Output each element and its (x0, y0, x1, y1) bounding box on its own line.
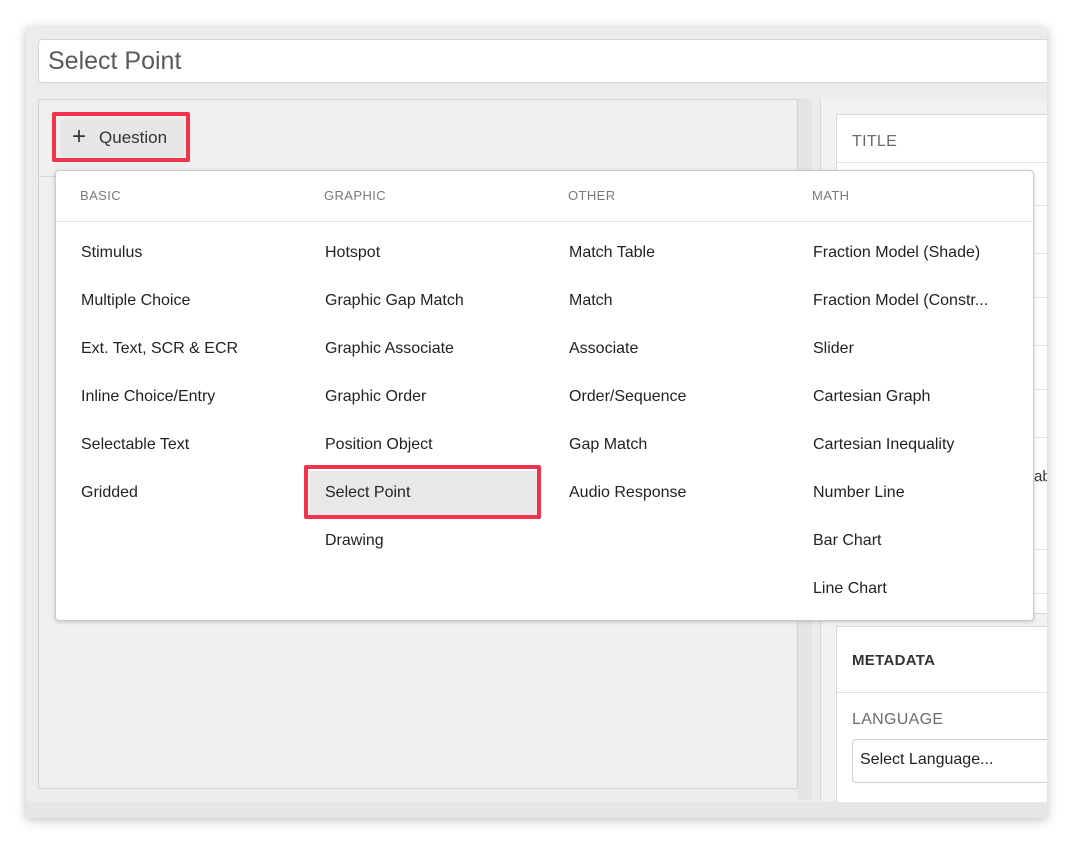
menu-item-match-table[interactable]: Match Table (569, 231, 794, 275)
menu-header (56, 171, 1033, 222)
menu-item-line-chart[interactable]: Line Chart (813, 567, 1013, 611)
menu-item-bar-chart[interactable]: Bar Chart (813, 519, 1013, 563)
metadata-title: METADATA (852, 652, 936, 669)
metadata-card: METADATA LANGUAGE Select Language... (836, 626, 1047, 806)
menu-item-inline-choice[interactable]: Inline Choice/Entry (81, 375, 306, 419)
menu-item-fraction-model-shade[interactable]: Fraction Model (Shade) (813, 231, 1013, 275)
menu-item-multiple-choice[interactable]: Multiple Choice (81, 279, 306, 323)
menu-item-graphic-associate[interactable]: Graphic Associate (325, 327, 550, 371)
menu-item-match[interactable]: Match (569, 279, 794, 323)
divider (837, 692, 1047, 693)
menu-item-cartesian-inequality[interactable]: Cartesian Inequality (813, 423, 1013, 467)
column-heading-basic: BASIC (80, 188, 122, 203)
menu-item-selectable-text[interactable]: Selectable Text (81, 423, 306, 467)
bottom-scrollbar[interactable] (26, 802, 1047, 818)
menu-item-fraction-model-construct[interactable]: Fraction Model (Constr... (813, 279, 1013, 323)
question-type-menu: BASIC GRAPHIC OTHER MATH Stimulus Multip… (55, 170, 1034, 621)
column-heading-math: MATH (812, 188, 850, 203)
menu-item-order-sequence[interactable]: Order/Sequence (569, 375, 794, 419)
language-label: LANGUAGE (852, 711, 944, 728)
add-question-button[interactable]: + Question (60, 119, 184, 157)
column-heading-other: OTHER (568, 188, 616, 203)
menu-item-drawing[interactable]: Drawing (325, 519, 550, 563)
add-question-label: Question (99, 128, 168, 147)
menu-item-select-point[interactable]: Select Point (309, 471, 538, 515)
menu-item-graphic-gap-match[interactable]: Graphic Gap Match (325, 279, 550, 323)
column-heading-graphic: GRAPHIC (324, 188, 387, 203)
divider (837, 162, 1047, 163)
question-title-input[interactable]: Select Point (38, 39, 1047, 83)
menu-item-hotspot[interactable]: Hotspot (325, 231, 550, 275)
editor-window: Select Point + Question TITLE ab METADAT… (26, 27, 1047, 818)
menu-item-number-line[interactable]: Number Line (813, 471, 1013, 515)
menu-item-associate[interactable]: Associate (569, 327, 794, 371)
menu-item-ext-text[interactable]: Ext. Text, SCR & ECR (81, 327, 306, 371)
menu-item-audio-response[interactable]: Audio Response (569, 471, 794, 515)
language-select[interactable]: Select Language... (852, 739, 1047, 783)
menu-item-graphic-order[interactable]: Graphic Order (325, 375, 550, 419)
menu-item-gap-match[interactable]: Gap Match (569, 423, 794, 467)
menu-item-gridded[interactable]: Gridded (81, 471, 306, 515)
plus-icon: + (72, 123, 87, 150)
menu-item-slider[interactable]: Slider (813, 327, 1013, 371)
title-field-label: TITLE (852, 133, 898, 150)
menu-item-position-object[interactable]: Position Object (325, 423, 550, 467)
partially-visible-text: ab (1034, 468, 1047, 485)
menu-item-stimulus[interactable]: Stimulus (81, 231, 306, 275)
menu-item-cartesian-graph[interactable]: Cartesian Graph (813, 375, 1013, 419)
